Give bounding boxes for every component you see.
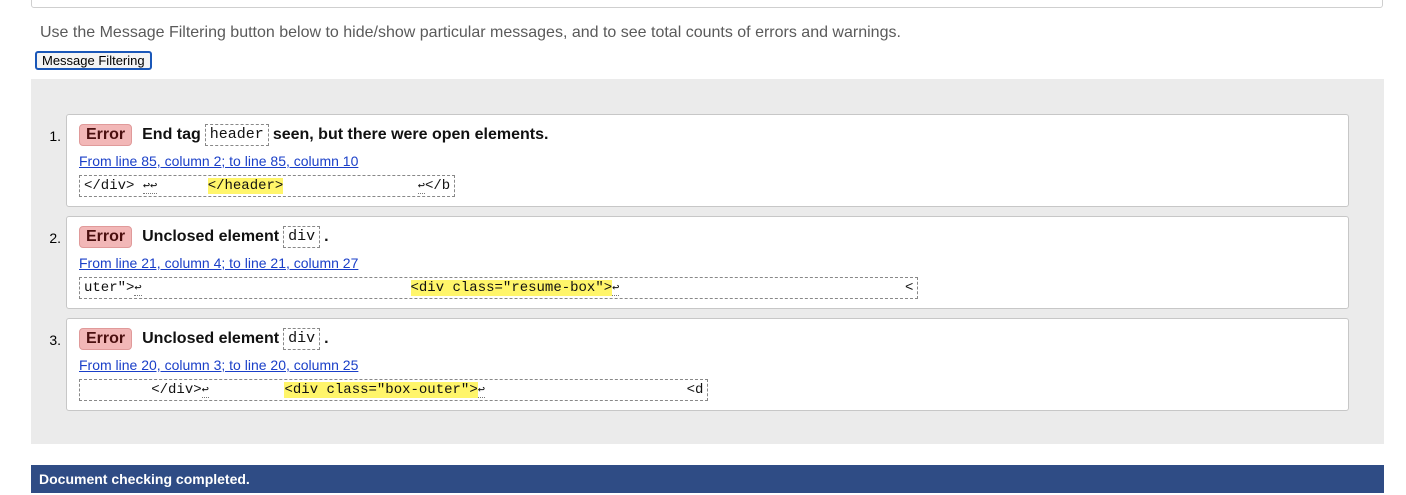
message-text-before: End tag: [142, 126, 201, 143]
newline-marker: ↩: [134, 281, 142, 296]
newline-marker: ↩: [201, 383, 209, 398]
error-badge: Error: [79, 226, 133, 248]
messages-panel: 1. Error End tag header seen, but there …: [31, 79, 1384, 444]
message-code: div: [283, 226, 321, 248]
message-number: 1.: [49, 128, 61, 144]
message-number: 3.: [49, 332, 61, 348]
previous-section-box: [31, 0, 1383, 8]
error-badge: Error: [79, 124, 133, 146]
extract-text: [209, 382, 285, 398]
extract-text: </b: [424, 178, 451, 194]
extract-text: [485, 382, 687, 398]
extract-text: [283, 178, 417, 194]
message-heading: Error Unclosed element div .: [79, 328, 329, 350]
message-number: 2.: [49, 230, 61, 246]
filtering-intro-text: Use the Message Filtering button below t…: [40, 24, 901, 41]
message-text-after: .: [324, 330, 329, 347]
code-extract: </div> ↩↩ </header> ↩</b: [79, 175, 456, 197]
extract-text: [142, 280, 411, 296]
extract-highlight: <div class="box-outer">: [284, 382, 478, 398]
message-code: header: [204, 124, 269, 146]
message-code: div: [283, 328, 321, 350]
message-location-link[interactable]: From line 20, column 3; to line 20, colu…: [79, 357, 358, 373]
document-status-bar: Document checking completed.: [31, 465, 1384, 493]
code-extract: </div>↩ <div class="box-outer">↩ <d: [79, 379, 709, 401]
message-heading: Error End tag header seen, but there wer…: [79, 124, 548, 146]
message-heading: Error Unclosed element div .: [79, 226, 329, 248]
extract-highlight: </header>: [207, 178, 284, 194]
extract-text: <: [905, 280, 914, 296]
extract-text: [619, 280, 905, 296]
message-location-link[interactable]: From line 85, column 2; to line 85, colu…: [79, 153, 358, 169]
message-item: Error Unclosed element div . From line 2…: [66, 216, 1349, 309]
code-extract: uter">↩ <div class="resume-box">↩ <: [79, 277, 919, 299]
message-item: Error End tag header seen, but there wer…: [66, 114, 1349, 207]
message-filtering-button[interactable]: Message Filtering: [35, 51, 152, 70]
message-location-link[interactable]: From line 21, column 4; to line 21, colu…: [79, 255, 358, 271]
message-text-before: Unclosed element: [142, 228, 280, 245]
newline-marker: ↩: [477, 383, 485, 398]
extract-highlight: <div class="resume-box">: [410, 280, 613, 296]
newline-marker: ↩↩: [142, 179, 158, 194]
message-text-after: seen, but there were open elements.: [272, 126, 549, 143]
newline-marker: ↩: [417, 179, 425, 194]
extract-text: </div>: [84, 382, 202, 398]
extract-text: uter">: [84, 280, 135, 296]
extract-text: </div>: [84, 178, 143, 194]
extract-text: <d: [686, 382, 704, 398]
message-text-before: Unclosed element: [142, 330, 280, 347]
message-item: Error Unclosed element div . From line 2…: [66, 318, 1349, 411]
extract-text: [157, 178, 207, 194]
message-text-after: .: [324, 228, 329, 245]
error-badge: Error: [79, 328, 133, 350]
